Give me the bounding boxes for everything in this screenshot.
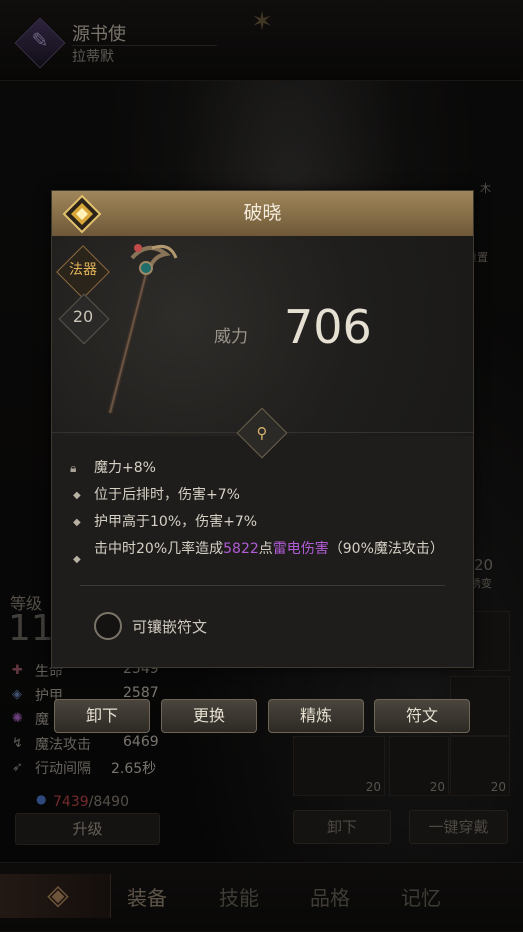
bullet-icon: ◆	[73, 554, 81, 565]
section-divider	[80, 585, 445, 586]
attribute-text: 点	[258, 541, 273, 557]
refine-button[interactable]: 精炼	[268, 699, 364, 733]
rune-socket[interactable]	[94, 612, 122, 640]
attribute-text: 护甲高于10%，伤害+7%	[94, 514, 258, 530]
lock-icon: 🔒︎	[70, 461, 77, 475]
item-title: 破晓	[243, 202, 282, 224]
damage-type: 雷电伤害	[272, 541, 329, 557]
attribute-text: 位于后排时，伤害+7%	[94, 487, 240, 503]
damage-value: 5822	[223, 541, 259, 557]
socket-label: 可镶嵌符文	[132, 618, 208, 636]
magnifier-icon: ⚲	[256, 424, 268, 442]
attribute-item: ◆ 位于后排时，伤害+7%	[70, 486, 460, 505]
attribute-text: 击中时20%几率造成	[94, 541, 224, 557]
item-hero	[52, 236, 473, 436]
rune-button[interactable]: 符文	[374, 699, 470, 733]
attribute-item: ◆ 护甲高于10%，伤害+7%	[70, 513, 460, 532]
power-label: 威力	[214, 327, 248, 347]
attribute-text: （90%魔法攻击）	[328, 541, 444, 557]
attribute-item: 🔒︎ 魔力+8%	[70, 459, 460, 478]
staff-image	[107, 244, 178, 414]
type-badge-label: 法器	[69, 262, 97, 278]
bullet-icon: ◆	[73, 490, 81, 501]
attribute-list: 🔒︎ 魔力+8% ◆ 位于后排时，伤害+7% ◆ 护甲高于10%，伤害+7% ◆…	[70, 459, 460, 567]
level-badge-value: 20	[72, 307, 94, 326]
attribute-text: 魔力+8%	[94, 460, 156, 476]
replace-button[interactable]: 更换	[161, 699, 257, 733]
attribute-item: ◆ 击中时20%几率造成5822点雷电伤害（90%魔法攻击）	[70, 540, 460, 565]
unequip-button[interactable]: 卸下	[54, 699, 150, 733]
power-value: 706	[284, 300, 372, 354]
item-detail-modal: 破晓 法器 20 威力 706 ⚲ 🔒︎ 魔力+8% ◆ 位于后排时，伤害+7%…	[51, 190, 474, 668]
bullet-icon: ◆	[73, 517, 81, 528]
